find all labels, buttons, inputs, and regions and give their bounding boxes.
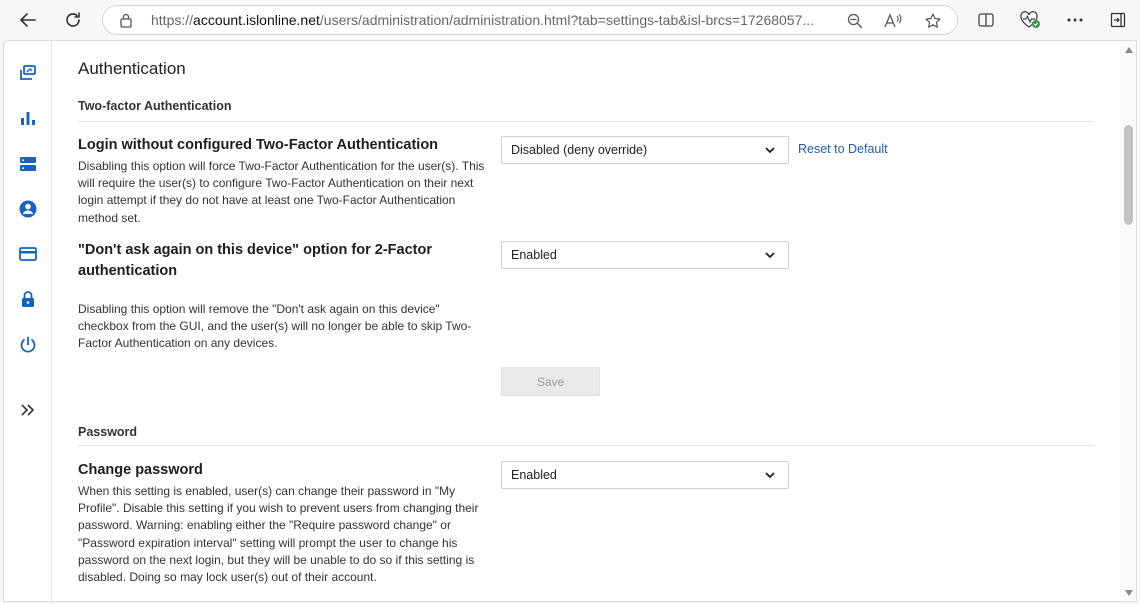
page-viewport: Authentication Two-factor Authentication… [3,40,1137,602]
setting-title-change-password: Change password [78,462,203,478]
card-icon[interactable] [18,244,38,264]
select-value: Disabled (deny override) [511,143,648,157]
reset-to-default-link[interactable]: Reset to Default [798,142,888,156]
page-title: Authentication [78,59,186,78]
back-icon[interactable] [10,4,46,36]
stats-icon[interactable] [18,108,38,128]
lock-icon[interactable] [119,12,133,33]
browser-toolbar: https://account.islonline.net/users/admi… [0,0,1140,40]
power-icon[interactable] [18,335,38,355]
chevron-down-icon [765,252,775,259]
setting-description-login-without-2fa: Disabling this option will force Two-Fac… [78,159,485,225]
refresh-icon[interactable] [55,4,91,36]
divider [78,445,1094,446]
login-without-2fa-select[interactable]: Disabled (deny override) [501,136,789,164]
chevron-double-right-icon[interactable] [18,400,38,420]
zoom-icon[interactable] [845,11,865,31]
browser-essentials-icon[interactable] [1018,8,1042,32]
divider [78,121,1094,122]
scrollbar-thumb[interactable] [1124,125,1133,225]
select-value: Enabled [511,468,557,482]
change-password-select[interactable]: Enabled [501,461,789,489]
chevron-down-icon [765,147,775,154]
vertical-scrollbar[interactable] [1120,41,1136,601]
scroll-up-icon[interactable] [1125,47,1133,53]
left-navigation [4,41,52,601]
dont-ask-again-select[interactable]: Enabled [501,241,789,269]
chevron-down-icon [765,472,775,479]
user-icon[interactable] [18,199,38,219]
section-title-password: Password [78,425,138,439]
more-options-icon[interactable] [1063,8,1087,32]
read-aloud-icon[interactable] [883,11,903,31]
servers-icon[interactable] [18,154,38,174]
url-text[interactable]: https://account.islonline.net/users/admi… [151,12,831,28]
lock-icon[interactable] [18,289,38,309]
scroll-down-icon[interactable] [1125,590,1133,596]
save-button[interactable]: Save [501,367,600,396]
setting-title-login-without-2fa: Login without configured Two-Factor Auth… [78,137,439,153]
setting-title-dont-ask-again: "Don't ask again on this device" option … [78,242,432,279]
select-value: Enabled [511,248,557,262]
address-bar[interactable]: https://account.islonline.net/users/admi… [102,5,958,35]
setting-description-dont-ask-again: Disabling this option will remove the "D… [78,302,472,351]
settings-content: Authentication Two-factor Authentication… [52,41,1120,601]
setting-description-change-password: When this setting is enabled, user(s) ca… [78,484,479,585]
split-screen-icon[interactable] [974,8,998,32]
sessions-icon[interactable] [18,63,38,83]
favorite-star-icon[interactable] [923,11,943,31]
section-title-two-factor: Two-factor Authentication [78,99,232,113]
sidebar-toggle-icon[interactable] [1106,8,1130,32]
